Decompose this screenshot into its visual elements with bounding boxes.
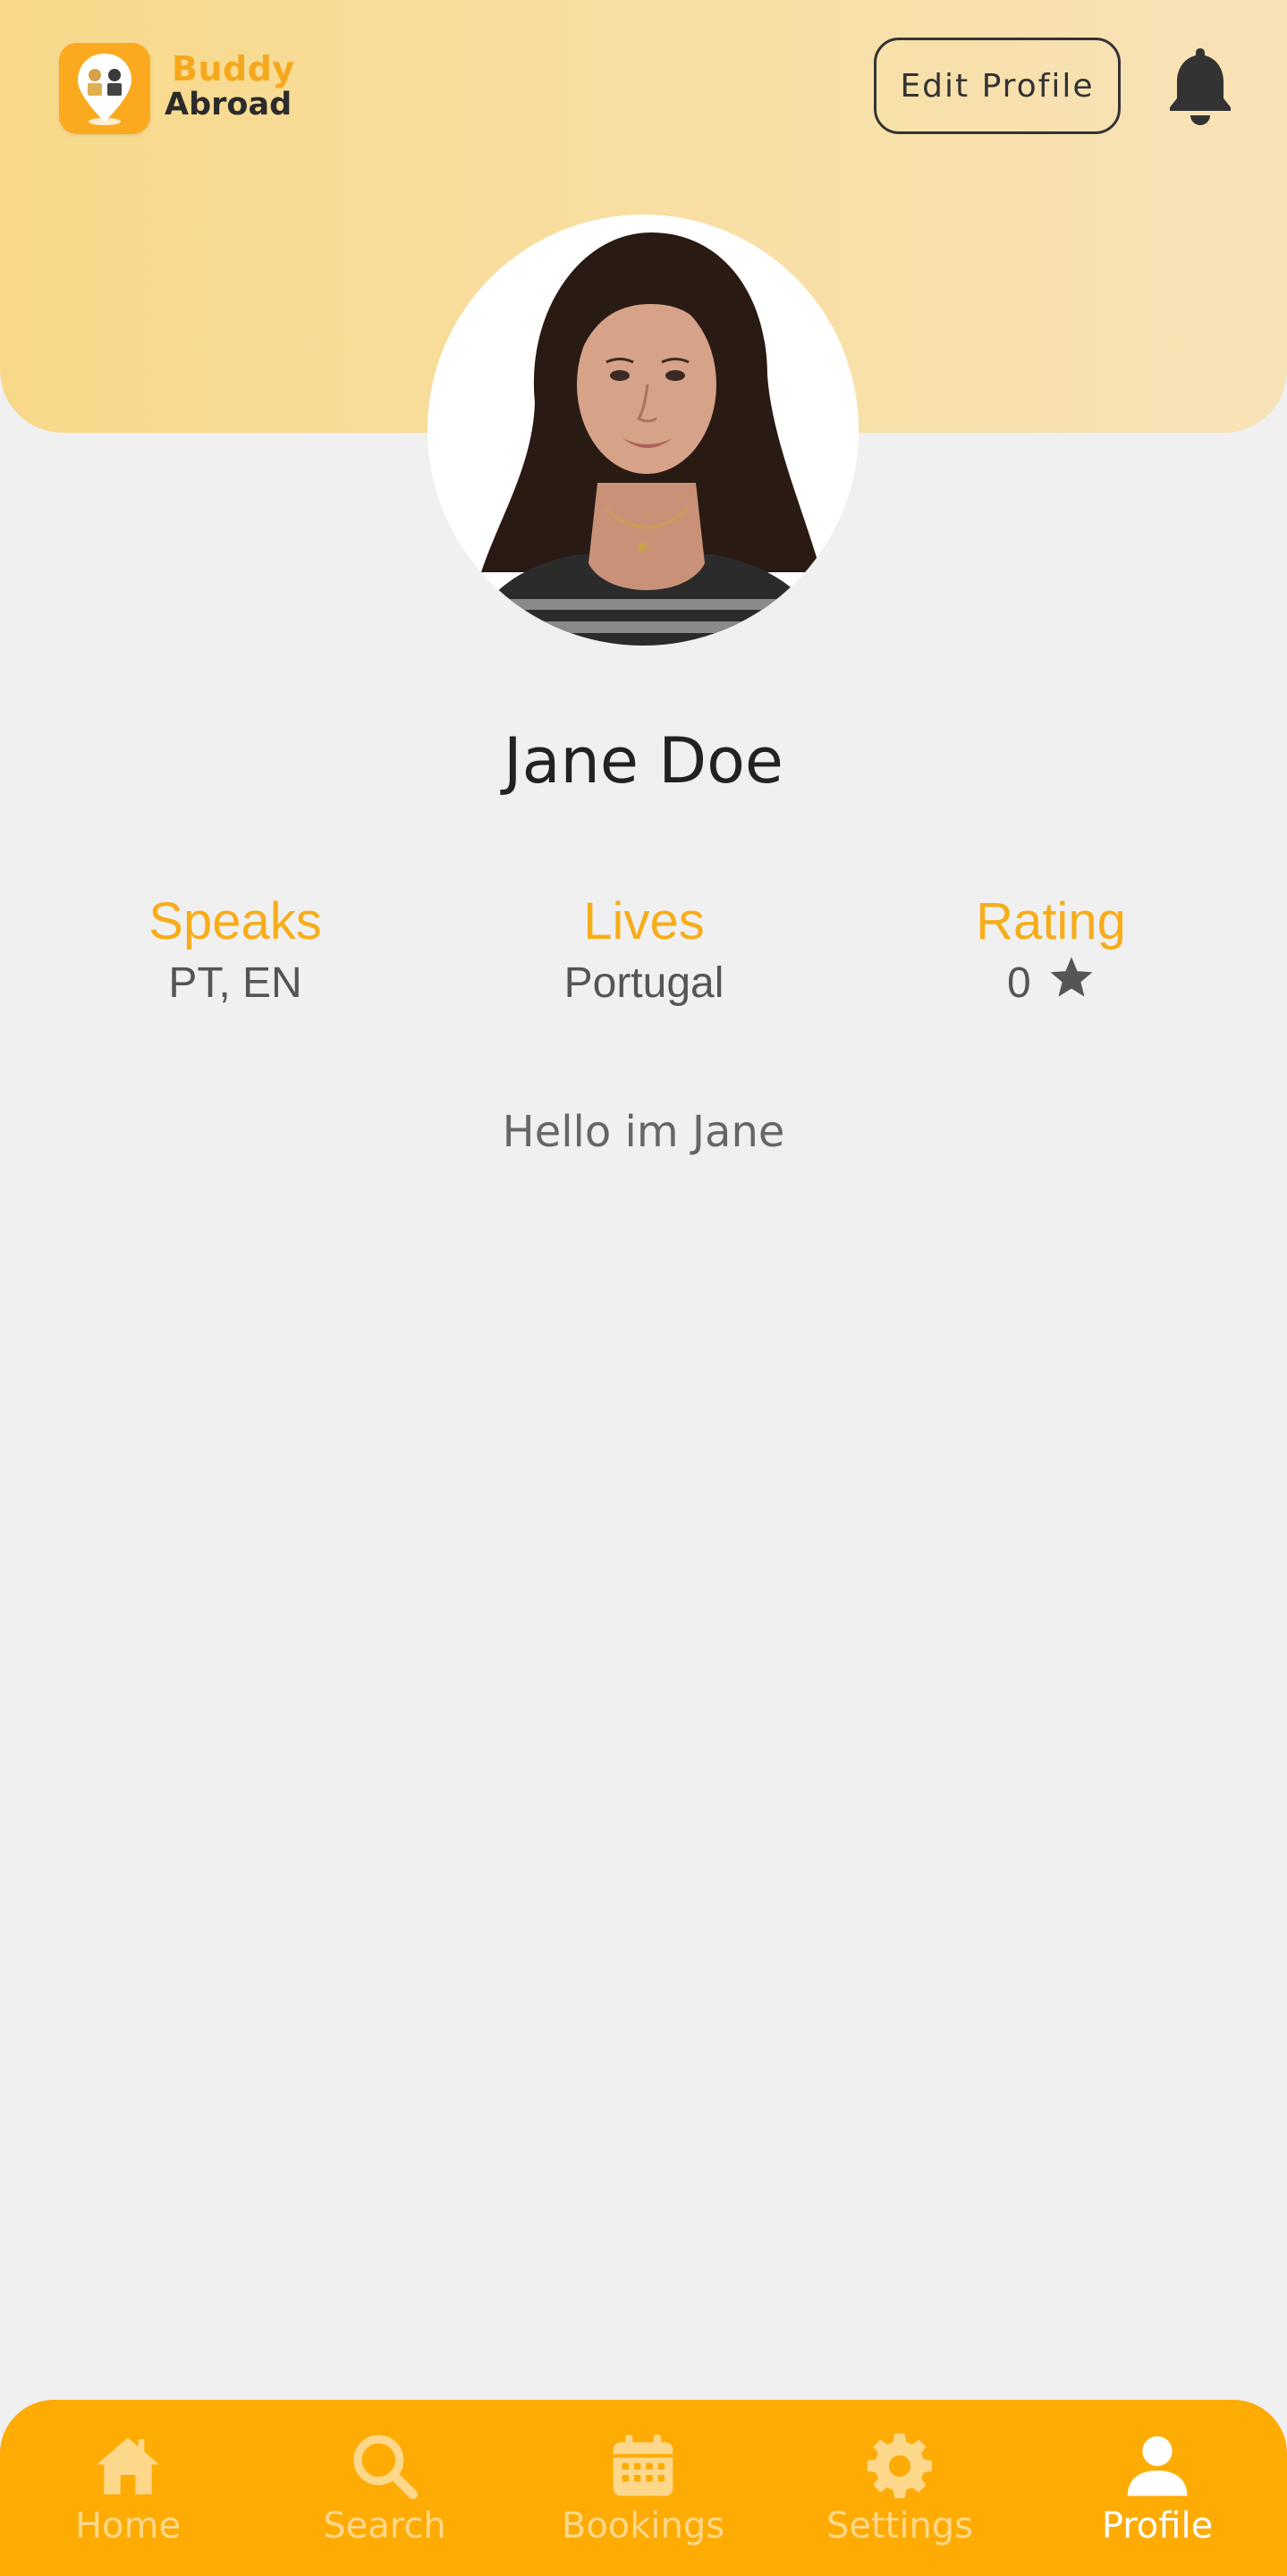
user-icon (1127, 2436, 1188, 2496)
bottom-navigation: Home Search Bookings Settings Profile (0, 2400, 1287, 2576)
notifications-button[interactable] (1164, 45, 1236, 127)
bell-icon (1170, 48, 1231, 125)
nav-label: Search (323, 2505, 446, 2546)
nav-item-settings[interactable]: Settings (792, 2400, 1007, 2576)
profile-bio: Hello im Jane (502, 1107, 785, 1157)
brand-line-1: Buddy (172, 49, 295, 89)
stat-label: Speaks (148, 892, 322, 950)
brand-name: Buddy Abroad (165, 52, 295, 121)
nav-label: Home (74, 2505, 182, 2546)
stat-lives: Lives Portugal (465, 891, 823, 1013)
nav-label: Bookings (561, 2505, 725, 2546)
stat-label: Rating (976, 892, 1126, 950)
home-icon (97, 2437, 159, 2495)
app-logo (59, 43, 150, 134)
user-photo (428, 215, 859, 646)
map-pin-icon (78, 54, 131, 125)
brand-line-2: Abroad (165, 87, 292, 122)
stat-value: PT, EN (168, 959, 302, 1007)
rating-value: 0 (1006, 959, 1031, 1007)
gear-icon (867, 2433, 932, 2498)
profile-avatar (428, 215, 859, 646)
profile-name: Jane Doe (503, 724, 784, 798)
nav-item-bookings[interactable]: Bookings (536, 2400, 750, 2576)
stat-value: Portugal (563, 959, 724, 1007)
nav-label: Settings (826, 2505, 974, 2546)
nav-item-home[interactable]: Home (21, 2400, 235, 2576)
calendar-icon (613, 2435, 673, 2496)
edit-profile-button[interactable]: Edit Profile (874, 38, 1121, 134)
stat-value-row: 0 (872, 953, 1230, 1013)
search-icon (353, 2435, 418, 2499)
nav-item-search[interactable]: Search (277, 2400, 492, 2576)
nav-label: Profile (1101, 2505, 1214, 2546)
stat-rating: Rating 0 (872, 891, 1230, 1013)
star-icon (1050, 956, 1093, 997)
nav-item-profile[interactable]: Profile (1050, 2400, 1265, 2576)
stat-label: Lives (583, 892, 705, 950)
stat-speaks: Speaks PT, EN (56, 891, 414, 1013)
